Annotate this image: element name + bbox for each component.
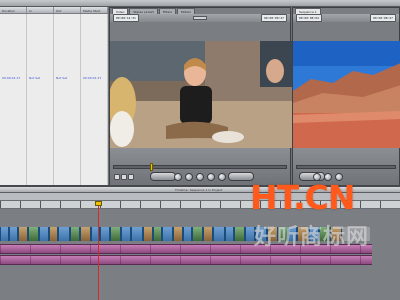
video-clip[interactable] bbox=[192, 227, 203, 241]
viewer-video-frame[interactable] bbox=[110, 41, 292, 148]
column-header-media-start[interactable]: Media Start bbox=[81, 7, 108, 13]
viewer-scrubber[interactable] bbox=[113, 165, 287, 169]
audio-track-a2[interactable] bbox=[0, 255, 372, 265]
video-clip[interactable] bbox=[110, 227, 121, 241]
canvas-scrubber[interactable] bbox=[296, 165, 396, 169]
viewer-timecode-bar: 00:00:14:31 00:00:00:27 bbox=[110, 14, 290, 22]
watermark-tagline: 好听商标网 bbox=[254, 225, 370, 250]
canvas-current-timecode[interactable]: 00:00:08:27 bbox=[370, 14, 396, 22]
video-clip[interactable] bbox=[234, 227, 245, 241]
browser-column bbox=[81, 14, 108, 185]
previous-edit-icon[interactable] bbox=[174, 173, 182, 181]
browser-column-headers: Duration In Out Media Start bbox=[0, 7, 108, 14]
video-clip[interactable] bbox=[0, 227, 9, 241]
timeline-playhead[interactable] bbox=[95, 201, 102, 206]
video-clip[interactable] bbox=[121, 227, 131, 241]
canvas-panel: Sequence 1 00:00:08:04 00:00:08:27 bbox=[292, 7, 400, 186]
viewer-playhead[interactable] bbox=[149, 163, 153, 171]
video-clip[interactable] bbox=[9, 227, 18, 241]
viewer-panel: Video Stereo (a1a2) Filters Motion 00:00… bbox=[109, 7, 292, 186]
play-icon[interactable] bbox=[196, 173, 204, 181]
row-duration: 00:00:01:17 bbox=[2, 76, 21, 80]
row-out: Not Set bbox=[56, 76, 68, 80]
video-clip[interactable] bbox=[225, 227, 234, 241]
play-around-icon[interactable] bbox=[207, 173, 215, 181]
browser-column bbox=[54, 14, 81, 185]
video-clip[interactable] bbox=[131, 227, 143, 241]
viewer-duration-timecode[interactable]: 00:00:14:31 bbox=[113, 14, 139, 22]
browser-column bbox=[27, 14, 54, 185]
logo-text: HT.CN bbox=[250, 178, 355, 217]
video-clip[interactable] bbox=[58, 227, 70, 241]
canvas-video-frame[interactable] bbox=[293, 41, 400, 148]
video-clip[interactable] bbox=[100, 227, 110, 241]
timeline-title: Timeline: Sequence 1 in Project bbox=[175, 188, 223, 192]
next-edit-icon[interactable] bbox=[218, 173, 226, 181]
row-in: Not Set bbox=[29, 76, 41, 80]
video-clip[interactable] bbox=[183, 227, 192, 241]
browser-panel: Duration In Out Media Start 00:00:01:17 … bbox=[0, 7, 108, 185]
video-clip[interactable] bbox=[80, 227, 91, 241]
video-clip[interactable] bbox=[18, 227, 28, 241]
timeline-playhead-line[interactable] bbox=[98, 201, 99, 300]
fcp-window: Duration In Out Media Start 00:00:01:17 … bbox=[0, 0, 400, 300]
video-clip[interactable] bbox=[203, 227, 213, 241]
column-header-duration[interactable]: Duration bbox=[0, 7, 27, 13]
video-clip[interactable] bbox=[70, 227, 80, 241]
browser-list: 00:00:01:17 Not Set Not Set 00:00:01:17 bbox=[0, 14, 108, 185]
column-header-in[interactable]: In bbox=[27, 7, 54, 13]
video-clip[interactable] bbox=[213, 227, 225, 241]
video-clip[interactable] bbox=[39, 227, 49, 241]
canvas-duration-timecode[interactable]: 00:00:08:04 bbox=[296, 14, 322, 22]
video-clip[interactable] bbox=[153, 227, 162, 241]
column-header-out[interactable]: Out bbox=[54, 7, 81, 13]
app-title-bar bbox=[0, 0, 400, 7]
browser-row[interactable]: 00:00:01:17 Not Set Not Set 00:00:01:17 bbox=[0, 76, 108, 81]
play-in-out-icon[interactable] bbox=[185, 173, 193, 181]
video-clip[interactable] bbox=[28, 227, 39, 241]
row-media-start: 00:00:01:17 bbox=[83, 76, 102, 80]
watermark-logo: HT.CN bbox=[250, 180, 378, 216]
browser-column bbox=[0, 14, 27, 185]
video-clip[interactable] bbox=[49, 227, 58, 241]
video-clip[interactable] bbox=[143, 227, 153, 241]
canvas-timecode-bar: 00:00:08:04 00:00:08:27 bbox=[293, 14, 399, 22]
zoom-popup[interactable] bbox=[193, 16, 207, 20]
video-clip[interactable] bbox=[162, 227, 173, 241]
video-clip[interactable] bbox=[173, 227, 183, 241]
viewer-current-timecode[interactable]: 00:00:00:27 bbox=[261, 14, 287, 22]
